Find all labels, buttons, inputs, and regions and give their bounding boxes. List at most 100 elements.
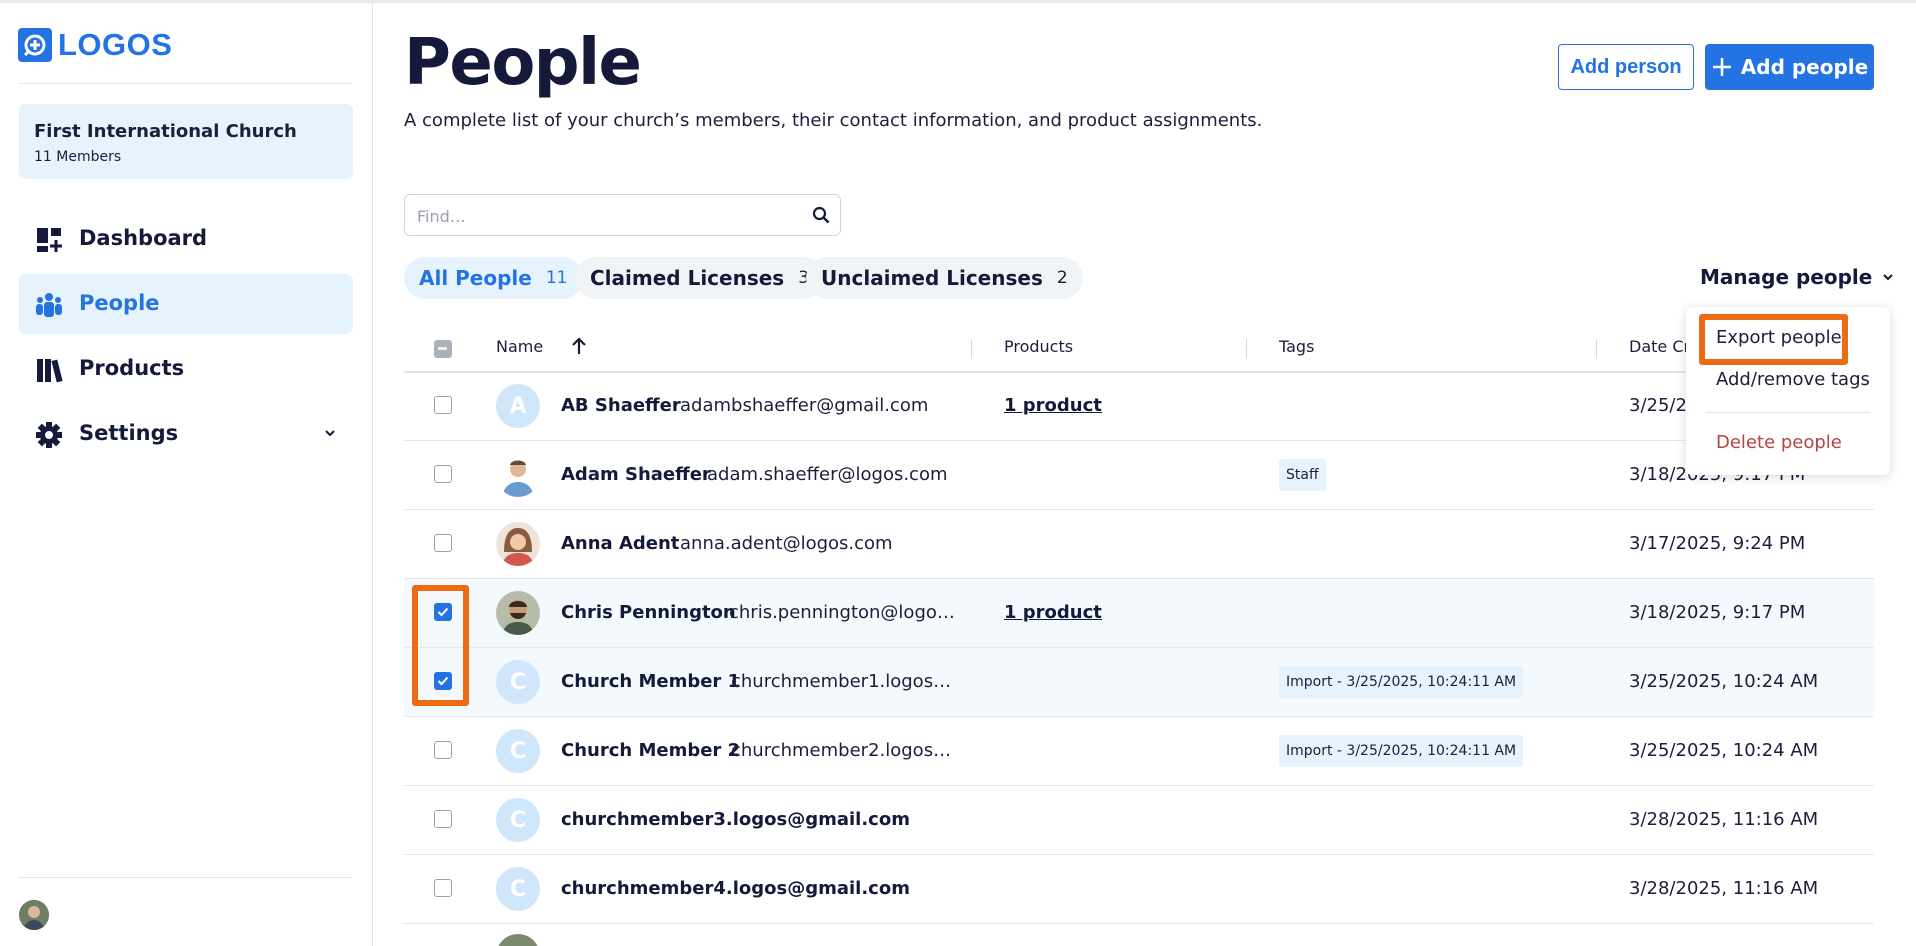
- logos-logo[interactable]: LOGOS: [18, 27, 172, 63]
- sidebar-item-products[interactable]: Products: [19, 339, 353, 399]
- sidebar: LOGOS First International Church 11 Memb…: [0, 3, 373, 946]
- tab-claimed-licenses[interactable]: Claimed Licenses 3: [575, 257, 825, 299]
- user-avatar[interactable]: [19, 900, 49, 930]
- date-created: 3/25/2025, 10:24 AM: [1629, 671, 1819, 692]
- row-checkbox[interactable]: [434, 396, 452, 414]
- search-box: [404, 194, 841, 236]
- select-all-checkbox[interactable]: [434, 340, 452, 358]
- add-people-button[interactable]: Add people: [1705, 44, 1874, 90]
- date-created: 3/18/2025, 9:17 PM: [1629, 602, 1806, 623]
- sidebar-item-dashboard[interactable]: Dashboard: [19, 209, 353, 269]
- tag-chip[interactable]: Import - 3/25/2025, 10:24:11 AM: [1279, 735, 1524, 767]
- name-column-header[interactable]: Name: [496, 337, 543, 356]
- table-row[interactable]: Chris Pennington chris.pennington@logo… …: [404, 579, 1874, 648]
- row-checkbox[interactable]: [434, 534, 452, 552]
- avatar: A: [496, 384, 540, 428]
- tab-count: 2: [1056, 268, 1068, 288]
- church-card[interactable]: First International Church 11 Members: [19, 104, 353, 179]
- date-created: 3/17/2025, 9:24 PM: [1629, 533, 1806, 554]
- church-name: First International Church: [34, 121, 297, 142]
- search-icon[interactable]: [812, 206, 830, 224]
- avatar: C: [496, 867, 540, 911]
- plus-icon: [1712, 58, 1731, 76]
- table-row[interactable]: C Church Member 2 churchmember2.logos… I…: [404, 717, 1874, 786]
- avatar: [496, 591, 540, 635]
- row-checkbox[interactable]: [434, 465, 452, 483]
- date-created: 3/28/2025, 11:16 AM: [1629, 809, 1819, 830]
- avatar: [496, 453, 540, 497]
- person-name[interactable]: AB Shaeffer: [561, 395, 681, 416]
- books-icon: [37, 359, 63, 383]
- person-name[interactable]: Adam Shaeffer: [561, 464, 711, 485]
- manage-people-dropdown[interactable]: Manage people: [1700, 265, 1894, 289]
- row-checkbox[interactable]: [434, 741, 452, 759]
- table-row[interactable]: C Church Member 1 churchmember1.logos… I…: [404, 648, 1874, 717]
- column-divider[interactable]: [1596, 339, 1597, 359]
- sort-ascending-icon[interactable]: [571, 337, 587, 355]
- church-member-count: 11 Members: [34, 149, 122, 165]
- people-icon: [36, 293, 62, 317]
- menu-divider: [1706, 412, 1870, 413]
- page-title: People: [404, 26, 642, 100]
- row-checkbox[interactable]: [434, 810, 452, 828]
- add-people-label: Add people: [1740, 55, 1869, 79]
- sidebar-item-label: Dashboard: [79, 226, 208, 250]
- person-name[interactable]: Anna Adent: [561, 533, 679, 554]
- avatar: C: [496, 660, 540, 704]
- tab-label: Unclaimed Licenses: [821, 266, 1043, 290]
- chevron-down-icon: [1883, 274, 1894, 281]
- tab-label: Claimed Licenses: [590, 266, 785, 290]
- person-email: adam.shaeffer@logos.com: [707, 464, 948, 485]
- products-link[interactable]: 1 product: [1004, 602, 1102, 623]
- logos-logo-icon: [18, 28, 52, 62]
- person-name[interactable]: Church Member 2: [561, 740, 740, 761]
- sidebar-divider: [18, 83, 352, 84]
- date-created: 3/28/2025, 11:16 AM: [1629, 878, 1819, 899]
- tab-label: All People: [419, 266, 532, 290]
- export-highlight-box: [1699, 314, 1848, 365]
- add-person-button[interactable]: Add person: [1558, 44, 1694, 90]
- avatar: C: [496, 729, 540, 773]
- column-divider[interactable]: [971, 339, 972, 359]
- tab-count: 11: [545, 268, 568, 288]
- row-checkbox[interactable]: [434, 879, 452, 897]
- sidebar-item-settings[interactable]: Settings: [19, 404, 353, 464]
- person-email: chris.pennington@logo…: [729, 602, 955, 623]
- column-divider[interactable]: [1246, 339, 1247, 359]
- search-input[interactable]: [415, 203, 799, 229]
- person-email: adambshaeffer@gmail.com: [680, 395, 929, 416]
- sidebar-item-label: People: [79, 291, 160, 315]
- person-email: anna.adent@logos.com: [680, 533, 893, 554]
- sidebar-item-label: Products: [79, 356, 185, 380]
- page-subtitle: A complete list of your church’s members…: [404, 110, 1263, 131]
- products-link[interactable]: 1 product: [1004, 395, 1102, 416]
- logo-text: LOGOS: [58, 27, 173, 62]
- person-name[interactable]: churchmember4.logos@gmail.com: [561, 878, 910, 899]
- tag-chip[interactable]: Staff: [1279, 459, 1326, 491]
- tags-column-header[interactable]: Tags: [1279, 337, 1314, 356]
- person-name[interactable]: Church Member 1: [561, 671, 740, 692]
- add-remove-tags-menu-item[interactable]: Add/remove tags: [1716, 369, 1870, 390]
- person-name[interactable]: Chris Pennington: [561, 602, 736, 623]
- products-column-header[interactable]: Products: [1004, 337, 1073, 356]
- person-email: churchmember2.logos…: [731, 740, 952, 761]
- person-email: churchmember1.logos…: [731, 671, 952, 692]
- tag-chip[interactable]: Import - 3/25/2025, 10:24:11 AM: [1279, 666, 1524, 698]
- table-row[interactable]: Adam Shaeffer adam.shaeffer@logos.com St…: [404, 441, 1874, 510]
- dashboard-icon: [37, 228, 62, 252]
- table-header: Name Products Tags Date Cre: [404, 327, 1874, 373]
- avatar: C: [496, 798, 540, 842]
- tab-all-people[interactable]: All People 11: [404, 257, 583, 299]
- avatar: [496, 934, 540, 946]
- table-row[interactable]: Anna Adent anna.adent@logos.com 3/17/202…: [404, 510, 1874, 579]
- table-row[interactable]: C churchmember3.logos@gmail.com 3/28/202…: [404, 786, 1874, 855]
- tab-unclaimed-licenses[interactable]: Unclaimed Licenses 2: [806, 257, 1083, 299]
- delete-people-menu-item[interactable]: Delete people: [1716, 432, 1842, 453]
- table-row[interactable]: A AB Shaeffer adambshaeffer@gmail.com 1 …: [404, 372, 1874, 441]
- table-row[interactable]: C churchmember4.logos@gmail.com 3/28/202…: [404, 855, 1874, 924]
- sidebar-item-label: Settings: [79, 421, 179, 445]
- sidebar-item-people[interactable]: People: [19, 274, 353, 334]
- sidebar-divider: [18, 877, 352, 878]
- chevron-down-icon[interactable]: [323, 426, 337, 440]
- person-name[interactable]: churchmember3.logos@gmail.com: [561, 809, 910, 830]
